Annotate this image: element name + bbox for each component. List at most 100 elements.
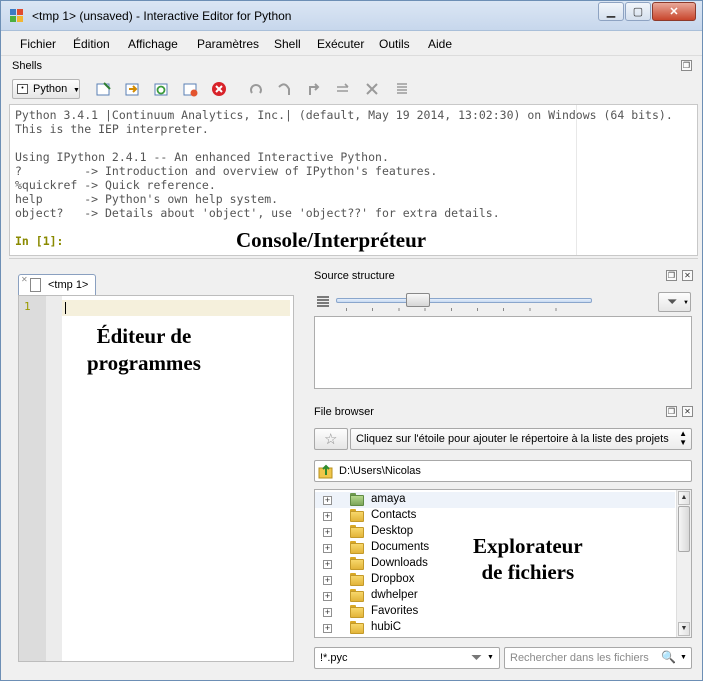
step-out-icon[interactable] <box>306 81 322 97</box>
close-button[interactable]: ✕ <box>652 2 696 21</box>
slider-track <box>336 298 592 303</box>
scroll-down-icon[interactable]: ▼ <box>678 622 690 636</box>
file-tree[interactable]: + amaya + Contacts + Desktop + Documents… <box>314 489 692 638</box>
debug-icon[interactable] <box>248 81 264 97</box>
console-line: Python 3.4.1 |Continuum Analytics, Inc.|… <box>15 108 673 122</box>
menu-aide[interactable]: Aide <box>428 37 452 51</box>
project-folder-icon <box>350 493 364 506</box>
new-shell-icon[interactable] <box>96 81 112 97</box>
source-structure-tree[interactable] <box>314 316 692 389</box>
expand-icon[interactable]: + <box>323 624 332 633</box>
maximize-button[interactable]: ▢ <box>625 2 651 21</box>
updown-icon: ▲ ▼ <box>679 429 687 447</box>
expand-icon[interactable]: + <box>323 560 332 569</box>
structure-filter-button[interactable]: ⏷ ▼ <box>658 292 691 312</box>
file-search-placeholder: Rechercher dans les fichiers <box>510 652 649 664</box>
menu-executer[interactable]: Exécuter <box>317 37 364 51</box>
add-project-button[interactable]: ☆ <box>314 428 348 450</box>
step-into-icon[interactable] <box>335 81 351 97</box>
menu-affichage[interactable]: Affichage <box>128 37 178 51</box>
run-icon[interactable] <box>125 81 141 97</box>
console-line: Using IPython 2.4.1 -- An enhanced Inter… <box>15 150 389 164</box>
structure-depth-slider[interactable] <box>336 293 592 313</box>
star-icon: ☆ <box>324 431 338 448</box>
menu-edition[interactable]: Édition <box>73 37 110 51</box>
source-structure-header: Source structure ❐ ✕ <box>314 268 694 286</box>
menu-bar: Fichier Édition Affichage Paramètres She… <box>1 32 702 56</box>
file-browser-close-button[interactable]: ✕ <box>682 406 693 417</box>
folder-icon <box>350 509 364 522</box>
source-structure-title: Source structure <box>314 270 395 282</box>
close-icon: ✕ <box>684 407 691 416</box>
console-line: ? -> Introduction and overview of IPytho… <box>15 164 438 178</box>
chevron-down-icon[interactable]: ▼ <box>487 654 494 661</box>
folder-icon <box>350 573 364 586</box>
folder-icon <box>350 557 364 570</box>
expand-icon[interactable]: + <box>323 576 332 585</box>
source-structure-float-button[interactable]: ❐ <box>666 270 677 281</box>
file-browser-float-button[interactable]: ❐ <box>666 406 677 417</box>
stack-icon[interactable] <box>394 81 410 97</box>
tree-item-label: amaya <box>371 493 406 505</box>
edge-line <box>576 105 577 255</box>
expand-icon[interactable]: + <box>323 608 332 617</box>
tree-item[interactable]: + amaya <box>315 492 675 508</box>
tree-item-label: Dropbox <box>371 573 415 585</box>
file-browser-overlay-label: Explorateur de fichiers <box>473 533 583 585</box>
editor-tab[interactable]: ✕ <tmp 1> <box>18 274 96 296</box>
expand-icon[interactable]: + <box>323 592 332 601</box>
folder-icon <box>350 541 364 554</box>
chevron-down-icon: ▼ <box>683 300 689 306</box>
file-tree-scrollbar[interactable]: ▲ ▼ <box>676 490 691 637</box>
scroll-up-icon[interactable]: ▲ <box>678 491 690 505</box>
search-icon: 🔍 <box>661 650 676 664</box>
shells-title: Shells <box>12 60 42 72</box>
interrupt-icon[interactable] <box>183 81 199 97</box>
source-structure-close-button[interactable]: ✕ <box>682 270 693 281</box>
code-editor[interactable]: 1 Éditeur de programmes <box>18 295 294 662</box>
float-icon: ❐ <box>682 61 691 70</box>
chevron-down-icon[interactable]: ▼ <box>680 654 687 661</box>
expand-icon[interactable]: + <box>323 496 332 505</box>
list-icon <box>317 296 329 307</box>
title-bar: <tmp 1> (unsaved) - Interactive Editor f… <box>1 1 702 31</box>
editor-tab-label: <tmp 1> <box>48 279 89 291</box>
menu-fichier[interactable]: Fichier <box>20 37 56 51</box>
python-shell-button[interactable]: • Python ▼ <box>12 79 80 99</box>
file-search-input[interactable]: Rechercher dans les fichiers 🔍 ▼ <box>504 647 692 669</box>
step-over-icon[interactable] <box>277 81 293 97</box>
stop-debug-icon[interactable] <box>364 81 380 97</box>
project-select-label: Cliquez sur l'étoile pour ajouter le rép… <box>356 433 669 445</box>
tree-item-label: Downloads <box>371 557 428 569</box>
folder-up-icon[interactable] <box>318 463 334 479</box>
minimize-icon: ▁ <box>606 6 616 18</box>
shells-float-button[interactable]: ❐ <box>681 60 692 71</box>
python-console[interactable]: Python 3.4.1 |Continuum Analytics, Inc.|… <box>9 104 698 256</box>
scroll-thumb[interactable] <box>678 506 690 552</box>
tree-item[interactable]: + Contacts <box>315 508 675 524</box>
file-browser-overlay-line2: de fichiers <box>481 560 575 584</box>
folder-icon <box>350 589 364 602</box>
expand-icon[interactable]: + <box>323 544 332 553</box>
main-splitter[interactable] <box>9 258 698 263</box>
file-filter-input[interactable]: !*.pyc ⏷ ▼ <box>314 647 500 669</box>
menu-shell[interactable]: Shell <box>274 37 301 51</box>
tree-item[interactable]: + hubiC <box>315 620 675 636</box>
tree-item[interactable]: + Favorites <box>315 604 675 620</box>
terminate-icon[interactable] <box>211 81 227 97</box>
project-select[interactable]: Cliquez sur l'étoile pour ajouter le rép… <box>350 428 692 450</box>
path-field[interactable]: D:\Users\Nicolas <box>314 460 692 482</box>
vertical-splitter[interactable] <box>303 263 308 663</box>
close-icon: ✕ <box>669 6 679 18</box>
minimize-button[interactable]: ▁ <box>598 2 624 21</box>
tab-close-icon[interactable]: ✕ <box>21 275 28 284</box>
expand-icon[interactable]: + <box>323 512 332 521</box>
file-browser-title: File browser <box>314 406 374 418</box>
tree-item[interactable]: + dwhelper <box>315 588 675 604</box>
restart-icon[interactable] <box>154 81 170 97</box>
menu-outils[interactable]: Outils <box>379 37 410 51</box>
expand-icon[interactable]: + <box>323 528 332 537</box>
slider-thumb[interactable] <box>406 293 430 307</box>
menu-parametres[interactable]: Paramètres <box>197 37 259 51</box>
console-overlay-label: Console/Interpréteur <box>236 228 427 252</box>
